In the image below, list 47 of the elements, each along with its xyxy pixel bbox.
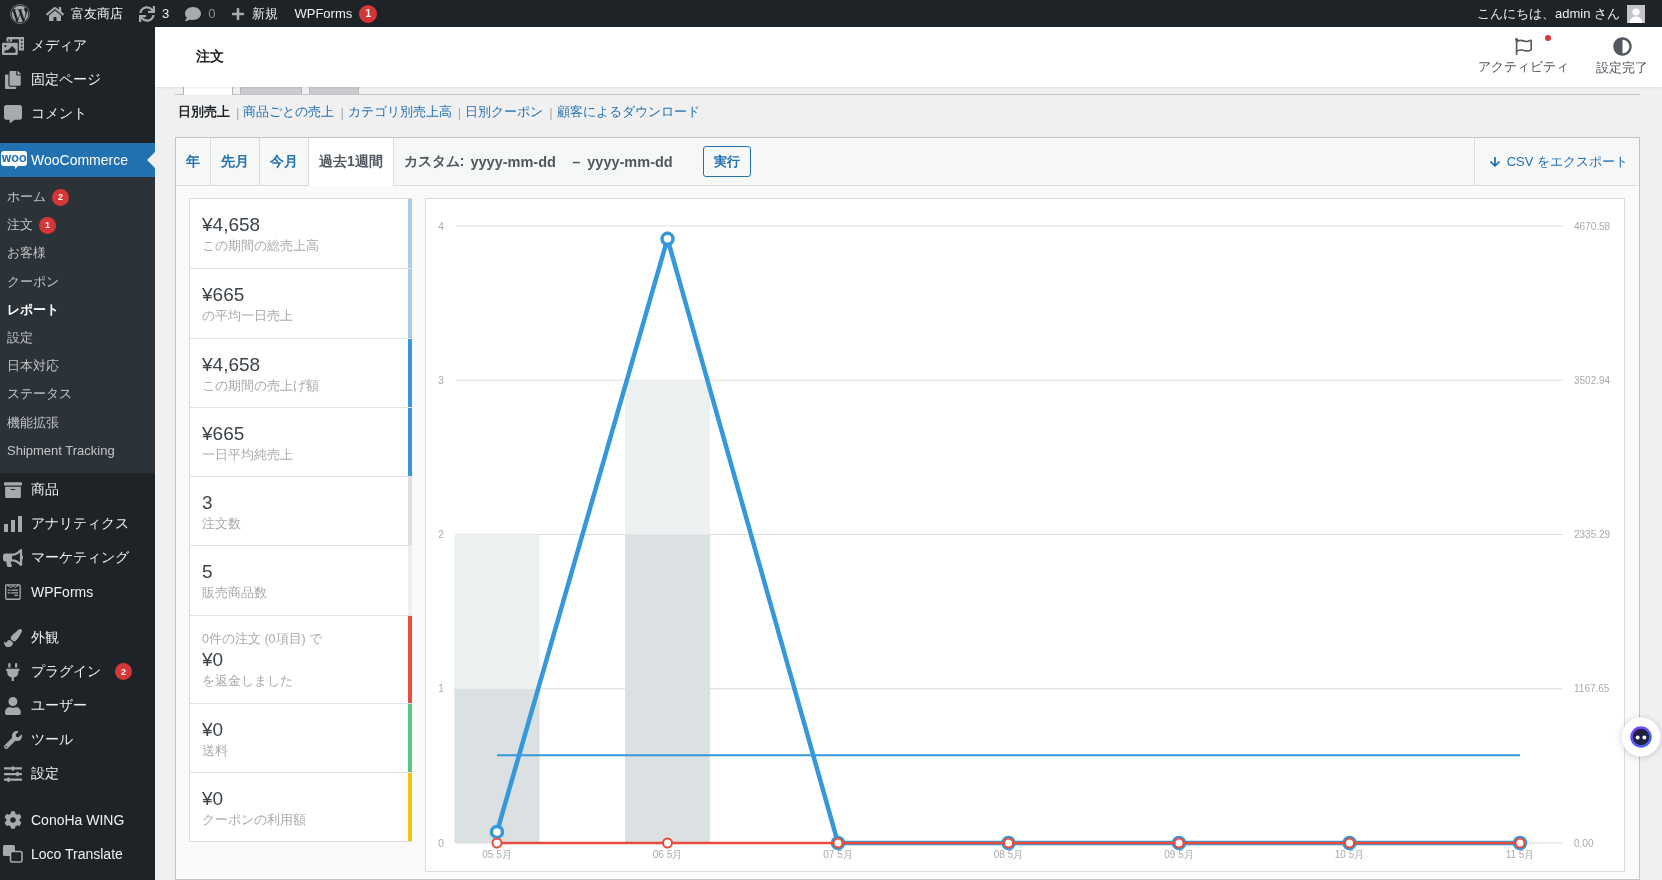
axis-label: 1167.65 xyxy=(1574,683,1610,695)
legend-label: この期間の総売上高 xyxy=(202,238,319,255)
range-dash: – xyxy=(572,153,581,170)
legend-value: 5 xyxy=(202,560,213,585)
axis-label: 3502.94 xyxy=(1574,374,1611,386)
legend-value: ¥665 xyxy=(202,283,245,308)
legend-label: 販売商品数 xyxy=(202,585,267,603)
count-badge: 1 xyxy=(359,4,378,23)
count-badge: 2 xyxy=(115,663,132,681)
bubble-logo: WOO xyxy=(1,151,27,169)
custom-range-label: カスタム: xyxy=(403,152,465,171)
axis-label: 07 5月 xyxy=(823,849,853,860)
page-title: 注文 xyxy=(196,48,224,66)
axis-label: 05 5月 xyxy=(482,849,512,860)
axis-label: 2 xyxy=(438,529,444,540)
axis-label: 4670.58 xyxy=(1574,220,1611,232)
legend-label: クーポンの利用額 xyxy=(202,812,306,830)
legend-value: ¥0 xyxy=(202,717,224,742)
legend-label: 注文数 xyxy=(202,516,241,534)
axis-label: 1 xyxy=(438,683,444,695)
legend-value: ¥0 xyxy=(202,647,224,672)
axis-label: 10 5月 xyxy=(1334,849,1365,860)
axis-label: 3 xyxy=(438,374,444,386)
axis-label: 06 5月 xyxy=(652,849,683,860)
link-separator: | xyxy=(236,104,240,120)
link-separator: | xyxy=(457,104,462,120)
axis-label: 2335.29 xyxy=(1574,529,1611,540)
legend-value: ¥665 xyxy=(202,421,245,446)
axis-label: 4 xyxy=(438,220,444,232)
legend-value: ¥0 xyxy=(202,787,224,812)
legend-label: を返金しました xyxy=(202,672,293,690)
legend-value: ¥4,658 xyxy=(202,213,261,237)
axis-label: 08 5月 xyxy=(993,849,1024,860)
axis-label: 0 xyxy=(438,837,444,849)
axis-label: 0.00 xyxy=(1574,837,1594,849)
count-badge: 1 xyxy=(39,216,56,234)
link-separator: | xyxy=(549,104,553,120)
current-report: 日別売上 xyxy=(178,103,230,121)
axis-label: 09 5月 xyxy=(1164,849,1194,860)
axis-label: 11 5月 xyxy=(1505,849,1535,860)
legend-value: ¥4,658 xyxy=(202,352,261,377)
legend-note: 0件の注文 (0項目) で xyxy=(202,630,323,648)
legend-value: 3 xyxy=(202,491,213,516)
legend-label: 送料 xyxy=(202,742,228,760)
legend-label: この期間の売上げ額 xyxy=(202,377,319,395)
count-badge: 2 xyxy=(52,188,69,206)
link-separator: | xyxy=(340,104,344,120)
